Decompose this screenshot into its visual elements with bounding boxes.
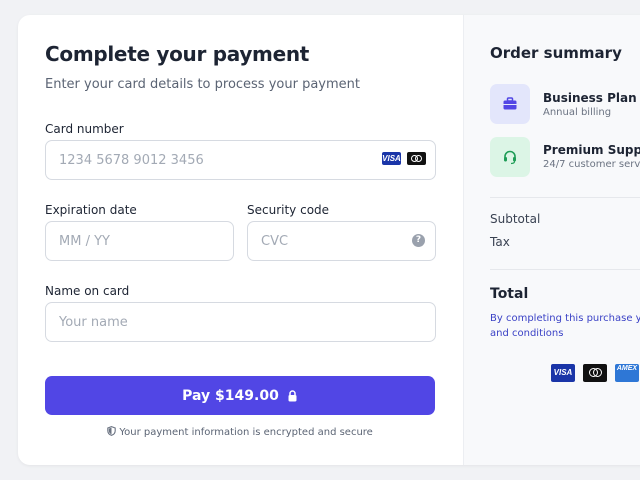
security-code-input[interactable] bbox=[247, 221, 436, 261]
lock-icon bbox=[288, 389, 297, 401]
divider bbox=[490, 269, 640, 270]
mastercard-icon bbox=[407, 152, 426, 165]
visa-icon: VISA bbox=[382, 152, 401, 165]
card-number-label: Card number bbox=[45, 122, 124, 136]
amex-icon: AMEX bbox=[615, 364, 639, 382]
tax-label: Tax bbox=[490, 235, 510, 249]
terms-note: By completing this purchase you agree to… bbox=[490, 311, 640, 341]
order-summary-panel: Order summary Business Plan Annual billi… bbox=[463, 15, 640, 465]
security-note: Your payment information is encrypted an… bbox=[45, 426, 435, 438]
pay-button-label: Pay $149.00 bbox=[182, 387, 279, 404]
item-description: Annual billing bbox=[543, 107, 612, 118]
name-on-card-input[interactable] bbox=[45, 302, 436, 342]
expiration-input[interactable] bbox=[45, 221, 234, 261]
card-number-input[interactable] bbox=[45, 140, 436, 180]
visa-icon: VISA bbox=[551, 364, 575, 382]
terms-link[interactable]: and conditions bbox=[490, 328, 563, 339]
shield-icon bbox=[107, 426, 116, 436]
subtotal-label: Subtotal bbox=[490, 212, 541, 226]
security-note-text: Your payment information is encrypted an… bbox=[119, 427, 373, 438]
pay-button[interactable]: Pay $149.00 bbox=[45, 376, 435, 415]
page-title: Complete your payment bbox=[45, 42, 310, 66]
mastercard-icon bbox=[583, 364, 607, 382]
security-code-label: Security code bbox=[247, 203, 330, 217]
expiration-label: Expiration date bbox=[45, 203, 137, 217]
payment-panel: Complete your payment Enter your card de… bbox=[18, 15, 463, 465]
total-label: Total bbox=[490, 286, 529, 302]
business-plan-tile bbox=[490, 84, 530, 124]
item-description: 24/7 customer service bbox=[543, 159, 640, 170]
divider bbox=[490, 197, 640, 198]
name-on-card-label: Name on card bbox=[45, 284, 130, 298]
help-icon[interactable]: ? bbox=[412, 234, 425, 247]
headset-icon bbox=[504, 150, 516, 165]
item-name: Premium Support bbox=[543, 143, 640, 157]
briefcase-icon bbox=[503, 97, 517, 110]
page-subtitle: Enter your card details to process your … bbox=[45, 77, 360, 92]
item-name: Business Plan bbox=[543, 91, 637, 105]
checkout-card: Complete your payment Enter your card de… bbox=[18, 15, 640, 465]
premium-support-tile bbox=[490, 137, 530, 177]
order-summary-title: Order summary bbox=[490, 44, 622, 62]
terms-text: By completing this purchase you agree to… bbox=[490, 313, 640, 324]
